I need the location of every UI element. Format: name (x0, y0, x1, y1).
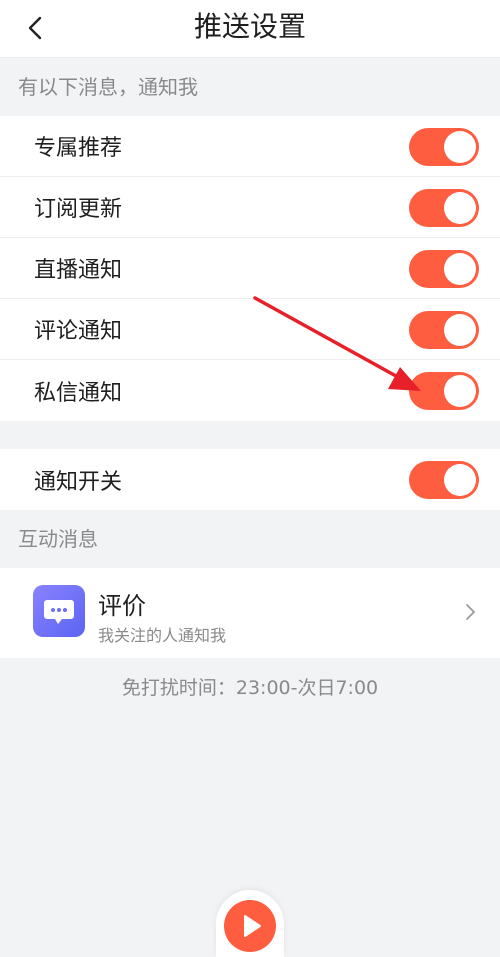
master-switch-group: 通知开关 (0, 449, 500, 510)
toggle-switch[interactable] (409, 311, 479, 349)
evaluation-subtitle: 我关注的人通知我 (98, 626, 227, 645)
section-heading-notify: 有以下消息，通知我 (18, 75, 198, 99)
chat-bubble-icon (33, 585, 85, 637)
list-item: 专属推荐 (0, 116, 500, 177)
list-item-label: 通知开关 (34, 469, 123, 495)
toggle-switch[interactable] (409, 128, 479, 166)
toggle-knob (444, 464, 476, 496)
toggle-knob (444, 375, 476, 407)
evaluation-item[interactable]: 评价 我关注的人通知我 (0, 568, 500, 658)
play-button[interactable] (224, 900, 276, 952)
list-item: 私信通知 (0, 360, 500, 421)
toggle-switch[interactable] (409, 250, 479, 288)
evaluation-title: 评价 (98, 592, 146, 620)
do-not-disturb-text[interactable]: 免打扰时间：23:00-次日7:00 (0, 673, 500, 700)
floating-player (216, 890, 284, 957)
toggle-knob (444, 253, 476, 285)
list-item: 评论通知 (0, 299, 500, 360)
list-item-master-switch: 通知开关 (0, 449, 500, 510)
toggle-knob (444, 314, 476, 346)
toggle-switch[interactable] (409, 461, 479, 499)
notify-list: 专属推荐 订阅更新 直播通知 评论通知 私信通知 (0, 116, 500, 421)
play-icon (244, 915, 261, 937)
toggle-switch[interactable] (409, 189, 479, 227)
list-item-label: 专属推荐 (34, 136, 123, 161)
list-item-label: 直播通知 (34, 258, 123, 283)
list-item: 订阅更新 (0, 177, 500, 238)
list-item: 直播通知 (0, 238, 500, 299)
section-heading-interaction: 互动消息 (18, 527, 98, 551)
toggle-knob (444, 131, 476, 163)
page-title: 推送设置 (193, 10, 306, 43)
list-item-label: 私信通知 (34, 380, 123, 406)
top-bar: 推送设置 (0, 0, 500, 58)
toggle-switch[interactable] (409, 372, 479, 410)
chevron-right-icon (466, 604, 475, 620)
list-item-label: 订阅更新 (34, 197, 123, 222)
toggle-knob (444, 192, 476, 224)
list-item-label: 评论通知 (34, 319, 123, 344)
